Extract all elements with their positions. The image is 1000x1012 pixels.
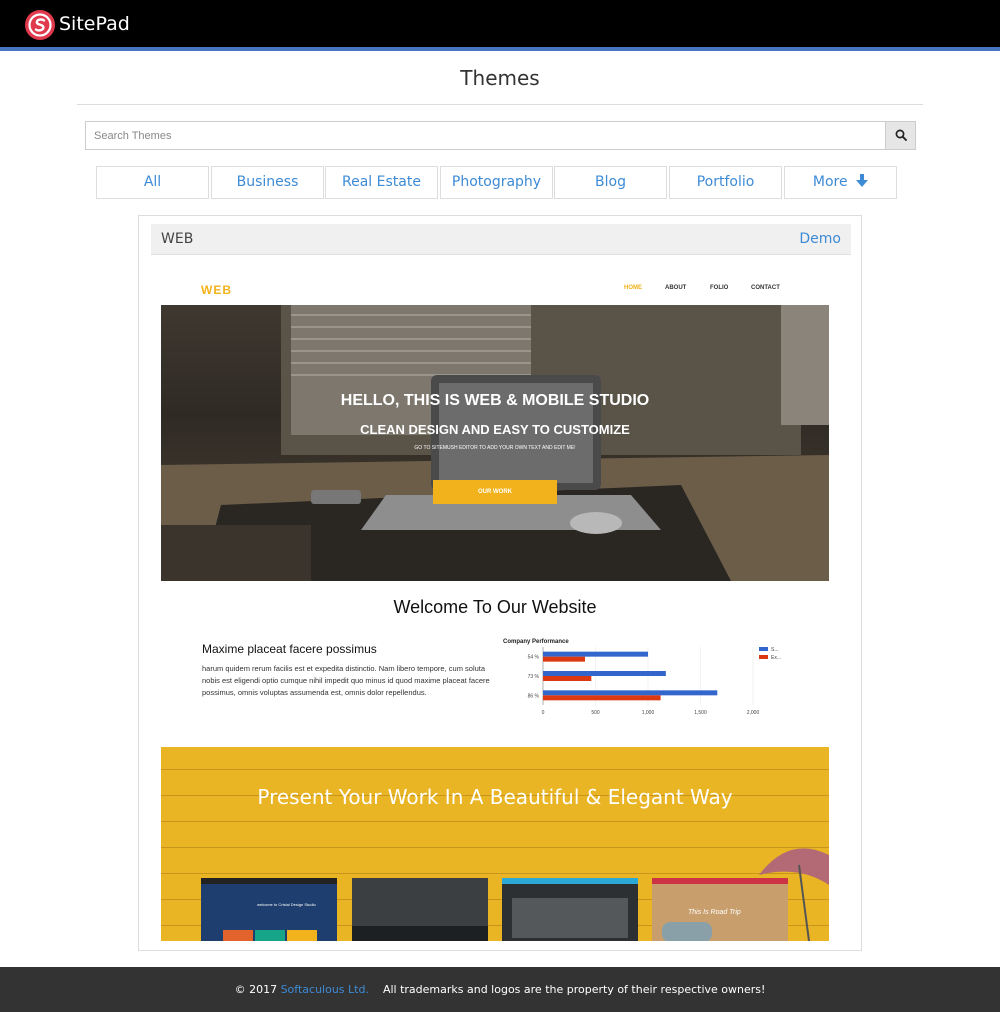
tab-photography[interactable]: Photography [440, 166, 553, 199]
tab-business[interactable]: Business [211, 166, 324, 199]
search-input[interactable] [86, 122, 886, 149]
umbrella-icon [759, 848, 829, 941]
preview-section-heading: Maxime placeat facere possimus [202, 642, 377, 656]
hero-button: OUR WORK [433, 480, 557, 504]
header-accent-bar [0, 47, 1000, 51]
theme-preview[interactable]: WEB HOME ABOUT FOLIO CONTACT HELLO, THIS… [161, 261, 829, 941]
chart-x-tick-label: 0 [542, 710, 545, 716]
chart-x-tick-label: 500 [591, 710, 600, 716]
preview-nav-item: FOLIO [710, 285, 729, 291]
footer-text: © 2017 Softaculous Ltd. All trademarks a… [0, 983, 1000, 996]
chart-y-tick-label: 86 % [528, 693, 540, 699]
tab-portfolio[interactable]: Portfolio [669, 166, 782, 199]
preview-section-text: harum quidem rerum facilis est et expedi… [202, 664, 490, 697]
preview-thumbnail [352, 878, 488, 941]
search-icon [895, 129, 907, 141]
banner-title: Present Your Work In A Beautiful & Elega… [257, 785, 733, 809]
footer: © 2017 Softaculous Ltd. All trademarks a… [0, 967, 1000, 1012]
page-title: Themes [460, 66, 540, 90]
preview-nav-item: ABOUT [665, 285, 687, 291]
search-box [85, 121, 916, 150]
chart-legend-swatch [759, 647, 768, 651]
chart-bar [543, 656, 585, 662]
desk-laptop-photo [161, 305, 829, 581]
tab-blog[interactable]: Blog [554, 166, 667, 199]
preview-hero: HELLO, THIS IS WEB & MOBILE STUDIO CLEAN… [161, 305, 829, 581]
tab-label: Blog [595, 174, 626, 190]
chart-legend-swatch [759, 655, 768, 659]
chart-bar [543, 695, 661, 701]
tab-label: Portfolio [696, 174, 755, 190]
theme-card-header: WEB Demo [151, 224, 851, 255]
hero-note: GO TO SITEMUSH EDITOR TO ADD YOUR OWN TE… [414, 445, 576, 451]
theme-card: WEB Demo WEB HOME ABOUT FOLIO CONTACT HE… [138, 215, 862, 951]
company-link[interactable]: Softaculous Ltd. [281, 983, 369, 996]
preview-nav-item: CONTACT [751, 285, 780, 291]
chart-legend-label: Ex... [771, 655, 781, 661]
hero-title: HELLO, THIS IS WEB & MOBILE STUDIO [340, 392, 650, 409]
demo-link[interactable]: Demo [799, 231, 841, 247]
tab-label: All [143, 174, 162, 190]
preview-thumbnail [502, 878, 638, 941]
tab-all[interactable]: All [96, 166, 209, 199]
preview-banner: Present Your Work In A Beautiful & Elega… [161, 747, 829, 941]
tab-more[interactable]: More [784, 166, 897, 199]
company-performance-chart: Company Performance 0 500 1,000 1,500 2,000 54… [503, 639, 781, 716]
thumbnail-caption: This Is Road Trip [688, 909, 741, 916]
chart-y-tick-label: 73 % [528, 674, 540, 680]
chart-x-tick-label: 1,500 [694, 710, 707, 716]
tab-label: Real Estate [342, 174, 421, 190]
trademark-notice: All trademarks and logos are the propert… [382, 983, 766, 996]
tab-label: Photography [451, 174, 542, 190]
copyright: © 2017 [234, 983, 278, 996]
arrow-down-icon [856, 174, 869, 187]
preview-nav-item: HOME [624, 285, 642, 291]
sitepad-logo-icon[interactable] [24, 9, 56, 41]
theme-name: WEB [161, 231, 194, 247]
search-button[interactable] [885, 122, 915, 149]
chart-bar [543, 690, 718, 696]
tab-label: More [812, 174, 848, 190]
tab-label: Business [236, 174, 299, 190]
chart-x-tick-label: 2,000 [747, 710, 760, 716]
title-divider [77, 104, 923, 105]
brand-name[interactable]: SitePad [59, 13, 130, 35]
top-bar: SitePad [0, 0, 1000, 47]
chart-y-tick-label: 54 % [528, 655, 540, 661]
chart-bar [543, 676, 592, 681]
chart-bar [543, 651, 648, 657]
preview-thumbnail: welcome to Cristal Design Studio [201, 878, 337, 941]
chart-bar [543, 671, 666, 676]
tab-real-estate[interactable]: Real Estate [325, 166, 438, 199]
chart-title: Company Performance [503, 639, 569, 645]
chart-legend-label: S... [771, 647, 779, 653]
thumbnail-caption: welcome to Cristal Design Studio [257, 902, 316, 907]
chart-x-tick-label: 1,000 [642, 710, 655, 716]
hero-subtitle: CLEAN DESIGN AND EASY TO CUSTOMIZE [360, 422, 630, 437]
preview-welcome-heading: Welcome To Our Website [393, 597, 597, 617]
preview-logo: WEB [201, 283, 232, 297]
